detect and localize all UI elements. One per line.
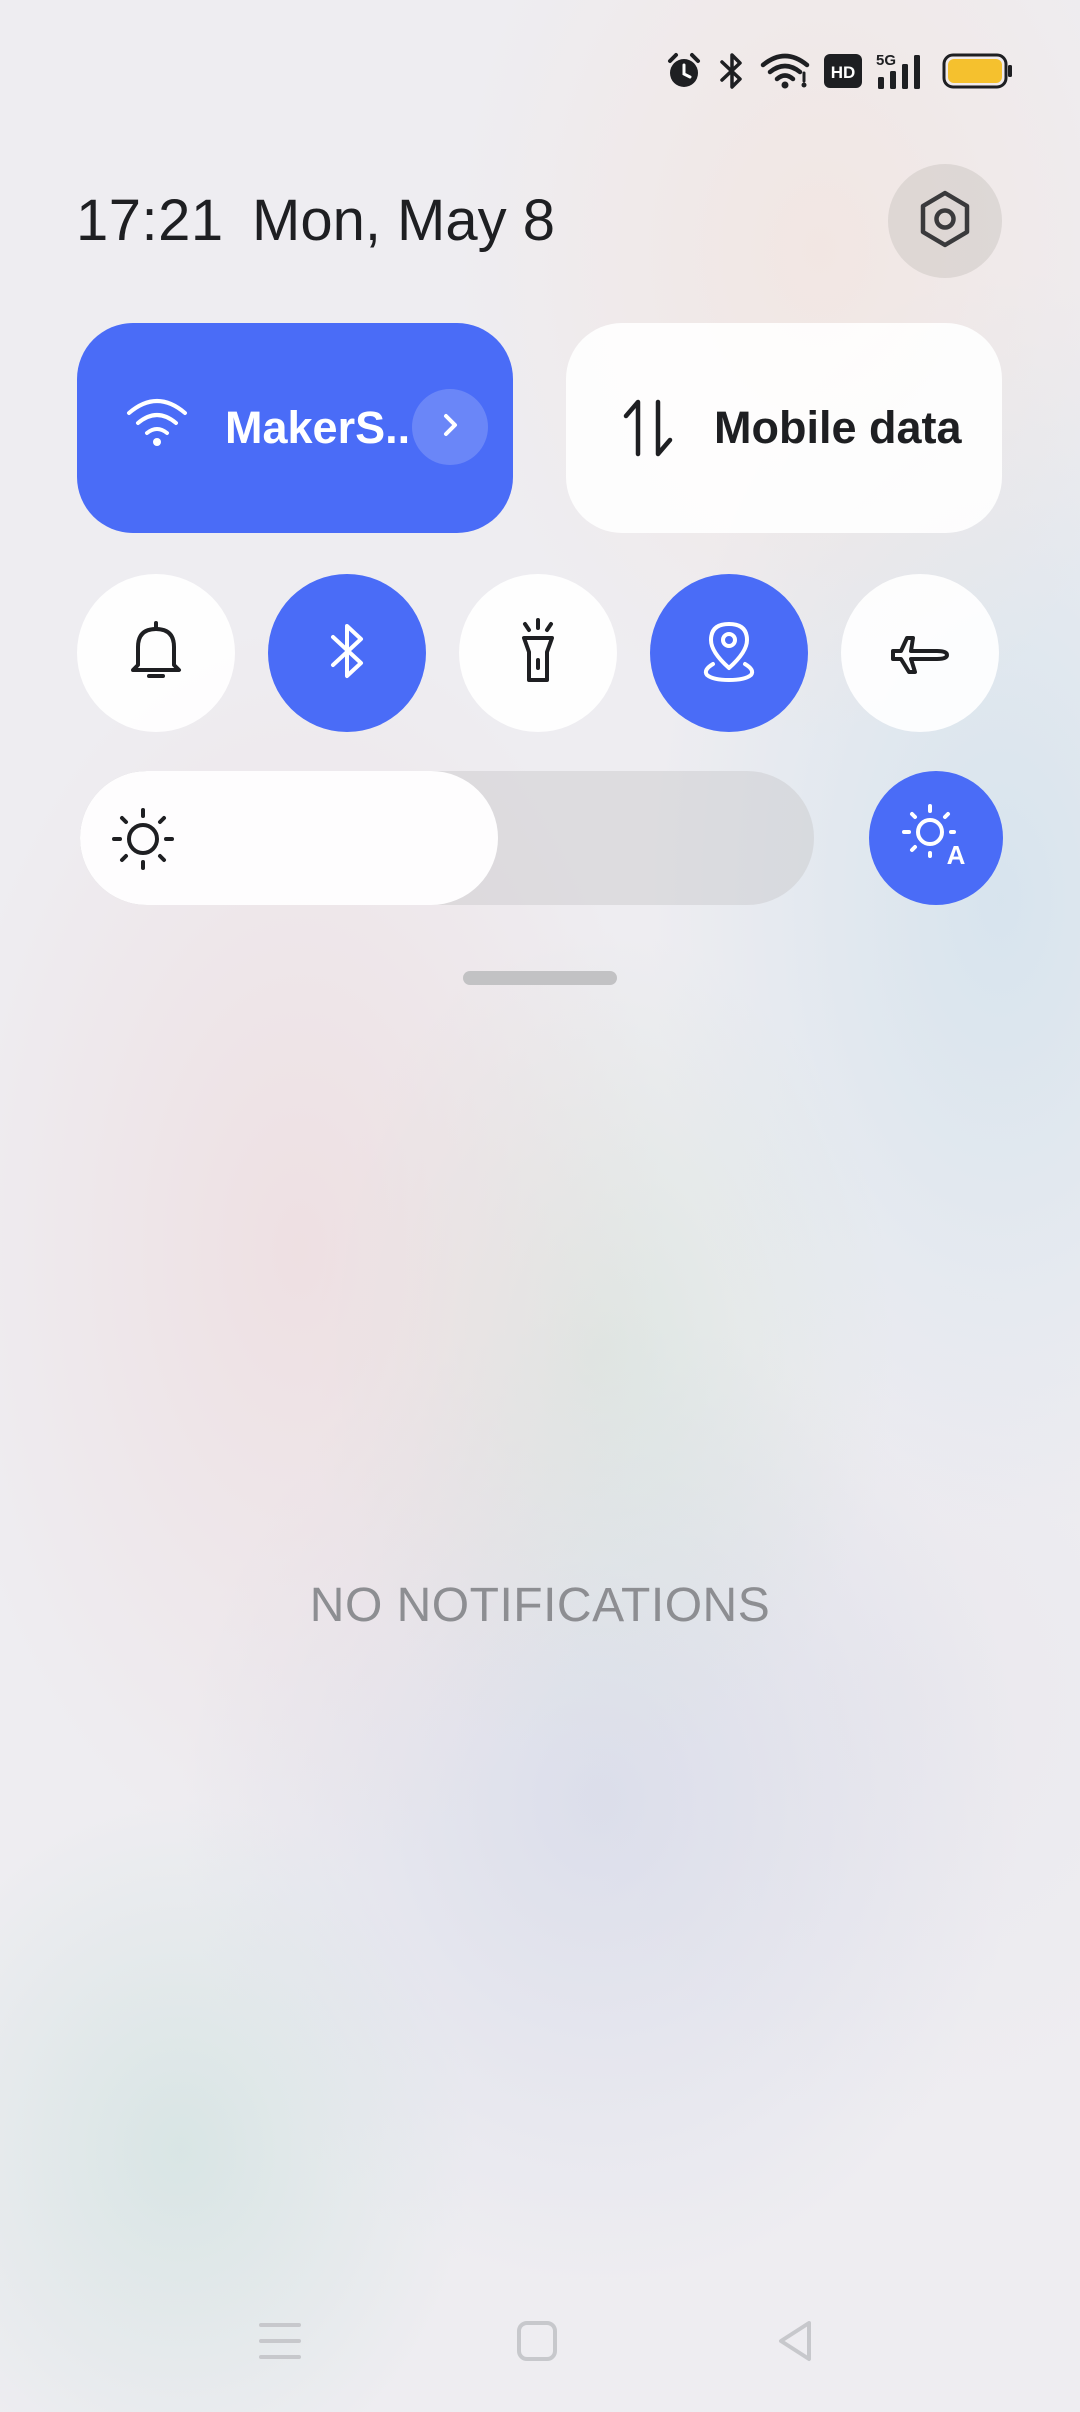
svg-text:HD: HD [831,63,856,82]
no-notifications-label: NO NOTIFICATIONS [309,1579,771,1632]
svg-text:5G: 5G [876,52,896,69]
bluetooth-icon [325,619,369,688]
wifi-icon [760,51,810,91]
menu-icon [257,2319,303,2368]
alarm-icon [664,51,704,91]
brightness-slider[interactable] [80,771,814,905]
recent-apps-button[interactable] [240,2308,320,2378]
home-icon [515,2319,559,2368]
airplane-icon [887,626,953,681]
5g-signal-icon: 5G [876,51,928,91]
airplane-mode-toggle[interactable] [841,574,999,732]
location-icon [699,618,759,689]
svg-text:A: A [947,840,966,870]
status-bar: HD 5G [664,44,1014,98]
bluetooth-toggle[interactable] [268,574,426,732]
bell-icon [126,619,186,688]
back-icon [773,2317,817,2370]
bluetooth-icon [718,51,746,91]
date-label[interactable]: Mon, May 8 [252,186,555,256]
sun-icon [108,804,178,879]
mobile-data-icon [618,396,678,465]
mobile-data-tile[interactable]: Mobile data [566,323,1002,533]
battery-icon [942,53,1014,89]
auto-brightness-button[interactable]: A [869,771,1003,905]
chevron-right-icon [435,410,465,445]
home-button[interactable] [497,2308,577,2378]
mobile-data-label: Mobile data [714,402,962,453]
clock-time[interactable]: 17:21 [76,186,224,256]
location-toggle[interactable] [650,574,808,732]
hd-icon: HD [824,54,862,88]
back-button[interactable] [755,2308,835,2378]
settings-button[interactable] [888,164,1002,278]
flashlight-icon [511,616,565,691]
gear-icon [915,189,975,254]
panel-drag-handle[interactable] [463,971,617,985]
sound-toggle[interactable] [77,574,235,732]
wifi-network-label: MakerS.. [225,402,411,453]
flashlight-toggle[interactable] [459,574,617,732]
wifi-details-button[interactable] [412,389,488,465]
wifi-icon [125,393,189,454]
auto-brightness-icon: A [900,800,972,877]
